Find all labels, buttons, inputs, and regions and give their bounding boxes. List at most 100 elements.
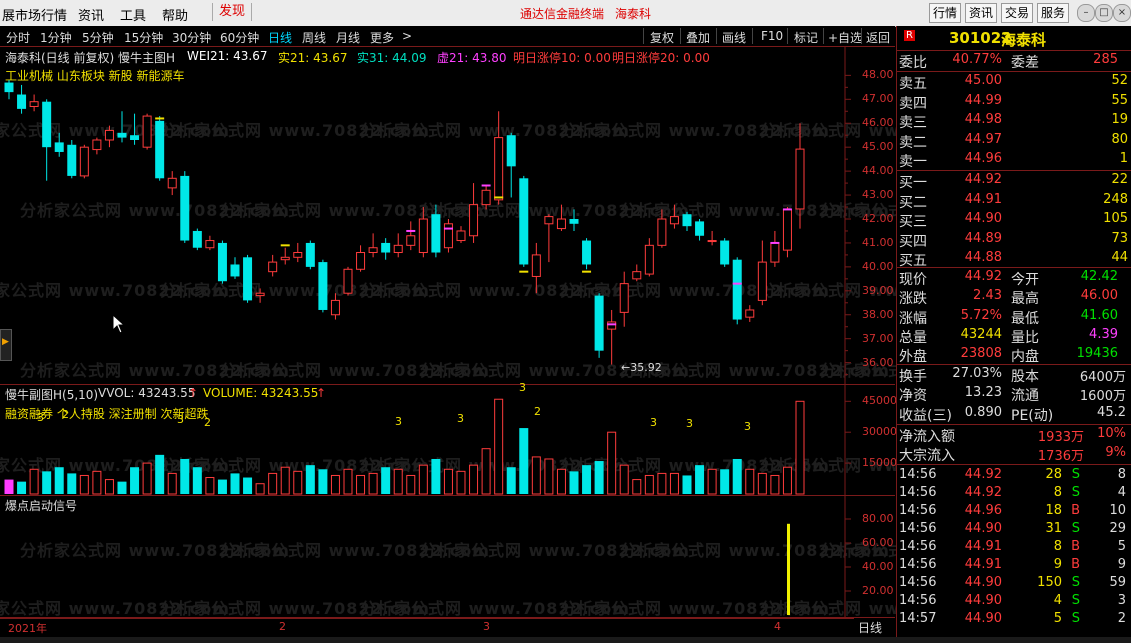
- volume-bar: [569, 471, 579, 494]
- candle-body: [180, 175, 190, 241]
- volume-bar: [180, 458, 190, 494]
- period-next-arrow[interactable]: >: [402, 29, 412, 43]
- top-button-trade[interactable]: 交易: [1001, 3, 1034, 23]
- toolbar-f10[interactable]: F10: [761, 29, 783, 43]
- menu-tools[interactable]: 工具: [120, 5, 146, 24]
- volume-bar: [92, 470, 102, 495]
- volume-bar: [770, 474, 780, 495]
- candle-body: [644, 244, 654, 275]
- tick-count: 4: [1117, 485, 1126, 500]
- tick-volume: 31: [1045, 521, 1062, 536]
- period-30min[interactable]: 30分钟: [172, 29, 211, 46]
- tick-time: 14:57: [899, 611, 937, 626]
- restore-icon[interactable]: □: [1095, 4, 1113, 22]
- volume-signal-divider: [0, 495, 895, 496]
- candle-body: [494, 137, 504, 201]
- volume-marker: 3: [650, 416, 657, 429]
- bid-row: 买四 44.89 73: [897, 231, 1131, 250]
- candle-body: [582, 240, 592, 265]
- stat-label: 现价: [899, 272, 927, 288]
- close-icon[interactable]: ×: [1113, 4, 1131, 22]
- volume-marker: 2: [204, 416, 211, 429]
- toolbar-adjust[interactable]: 复权: [650, 29, 674, 46]
- period-5min[interactable]: 5分钟: [82, 29, 114, 46]
- period-intraday[interactable]: 分时: [6, 29, 30, 46]
- menu-news[interactable]: 资讯: [78, 5, 104, 24]
- bid-volume: 44: [1111, 250, 1128, 265]
- toolbar-overlay[interactable]: 叠加: [686, 29, 710, 46]
- candle-body: [368, 247, 378, 254]
- stock-name: 海泰科: [1001, 31, 1047, 49]
- volume-bar: [79, 474, 89, 495]
- period-60min[interactable]: 60分钟: [220, 29, 259, 46]
- minimize-icon[interactable]: –: [1077, 4, 1095, 22]
- tick-row: 14:57 44.90 5 S 2: [897, 611, 1131, 629]
- volume-bar: [130, 467, 140, 494]
- volume-bar: [544, 458, 554, 495]
- candle-body: [569, 219, 579, 224]
- stat-value: 2.43: [973, 288, 1002, 304]
- tick-time: 14:56: [899, 503, 937, 518]
- weibi-row: 委比 40.77% 委差 285: [897, 52, 1131, 71]
- toolbar-mark[interactable]: 标记: [794, 29, 818, 46]
- period-more[interactable]: 更多: [370, 29, 394, 46]
- volume-bar: [707, 468, 717, 495]
- top-button-service[interactable]: 服务: [1037, 3, 1070, 23]
- volume-bar: [619, 464, 629, 495]
- collapse-handle[interactable]: ▶: [0, 329, 12, 361]
- toolbar-draw[interactable]: 画线: [722, 29, 746, 46]
- candle-body: [305, 242, 315, 267]
- low-price-value: 35.92: [630, 361, 662, 374]
- menu-market[interactable]: 展市场行情: [2, 5, 67, 24]
- top-button-news[interactable]: 资讯: [965, 3, 998, 23]
- candle-body: [318, 262, 328, 310]
- signal-bar: [787, 523, 790, 615]
- weicha-label: 委差: [1011, 55, 1039, 71]
- signal-tick-label: 80.00: [862, 512, 894, 525]
- flow-row: 大宗流入 1736万 9%: [897, 445, 1131, 464]
- volume-bar: [356, 474, 366, 495]
- top-button-quote[interactable]: 行情: [929, 3, 962, 23]
- volume-bar: [506, 467, 516, 494]
- period-weekly[interactable]: 周线: [302, 29, 326, 46]
- fundamental-label: 流通: [1011, 388, 1039, 405]
- timeline-mar: 3: [483, 620, 490, 633]
- menu-discover[interactable]: 发现: [212, 3, 253, 21]
- candle-body: [707, 240, 717, 243]
- toolbar-back[interactable]: 返回: [866, 29, 890, 46]
- candle-body: [682, 214, 692, 227]
- volume-bar: [519, 428, 529, 494]
- tick-row: 14:56 44.91 9 B 9: [897, 557, 1131, 575]
- candle-body: [619, 283, 629, 313]
- stat-label: 今开: [1011, 272, 1039, 288]
- flow-value: 1933万: [1037, 430, 1084, 445]
- ask-volume: 80: [1111, 131, 1128, 147]
- volume-bar: [29, 468, 39, 495]
- volume-bar: [632, 479, 642, 495]
- toolbar-add-watchlist[interactable]: +自选: [828, 29, 862, 46]
- volume-bar: [305, 465, 315, 494]
- period-daily[interactable]: 日线: [268, 29, 292, 46]
- candle-body: [481, 189, 491, 206]
- volume-bar: [368, 472, 378, 495]
- volume-bar: [393, 468, 403, 495]
- volume-bar: [720, 469, 730, 494]
- menu-help[interactable]: 帮助: [162, 5, 188, 24]
- candle-body: [104, 129, 114, 141]
- stat-row: 涨跌 2.43 最高 46.00: [897, 288, 1131, 307]
- candle-body: [506, 135, 516, 167]
- volume-bar: [243, 477, 253, 494]
- volume-bar: [343, 468, 353, 495]
- timeline-mode[interactable]: 日线: [858, 619, 882, 636]
- stat-value: 19436: [1076, 346, 1118, 362]
- bid-label: 买四: [899, 233, 927, 250]
- period-15min[interactable]: 15分钟: [124, 29, 163, 46]
- bid-volume: 105: [1103, 211, 1128, 226]
- volume-arrow-2: ↑: [316, 386, 327, 400]
- volume-bar: [443, 468, 453, 495]
- chart-area[interactable]: 分析家公式网 www.70822.com分析家公式网 www.70822.com…: [0, 47, 1089, 637]
- period-monthly[interactable]: 月线: [336, 29, 360, 46]
- tick-count: 9: [1117, 557, 1126, 572]
- tick-count: 5: [1117, 539, 1126, 554]
- period-1min[interactable]: 1分钟: [40, 29, 72, 46]
